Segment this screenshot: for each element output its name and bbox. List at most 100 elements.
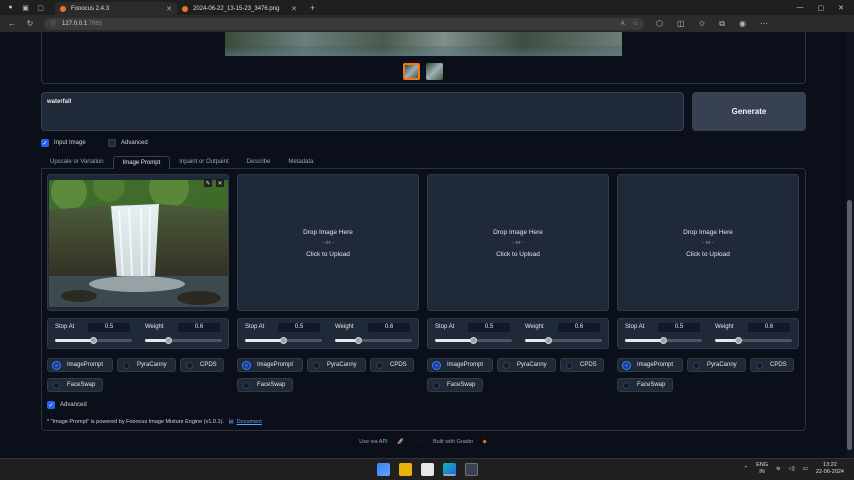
radio-cpds[interactable]: CPDS (560, 358, 604, 372)
stop-at-handle[interactable] (280, 337, 287, 344)
built-with-gradio-link[interactable]: Built with Gradio ◆ (429, 439, 491, 445)
copilot-icon[interactable]: ◉ (739, 19, 746, 29)
stop-at-track[interactable] (435, 337, 512, 344)
weight-track[interactable] (525, 337, 602, 344)
new-tab-icon[interactable]: + (308, 3, 317, 13)
weight-handle[interactable] (165, 337, 172, 344)
weight-slider[interactable]: Weight 0.6 (710, 319, 796, 350)
radio-unselected-icon[interactable] (376, 361, 383, 369)
upload-dropzone[interactable]: Drop Image Here - or - Click to Upload (238, 227, 418, 260)
minimize-icon[interactable]: — (797, 4, 804, 12)
wifi-icon[interactable]: ≋ (776, 466, 781, 472)
edit-image-icon[interactable]: ✎ (204, 179, 212, 187)
radio-unselected-icon[interactable] (756, 361, 763, 369)
stop-at-track[interactable] (55, 337, 132, 344)
stop-at-track[interactable] (245, 337, 322, 344)
radio-unselected-icon[interactable] (433, 381, 440, 389)
tray-overflow-icon[interactable]: ⌃ (743, 466, 748, 472)
url-field[interactable]: ⓘ 127.0.0.1:7865 A ☆ (44, 17, 644, 30)
checkbox-checked-icon[interactable]: ✓ (47, 401, 55, 409)
checkbox-checked-icon[interactable]: ✓ (41, 139, 49, 147)
weight-value[interactable]: 0.6 (748, 323, 790, 332)
radio-unselected-icon[interactable] (566, 361, 573, 369)
stop-at-handle[interactable] (90, 337, 97, 344)
back-icon[interactable]: ← (6, 19, 18, 28)
tab-describe[interactable]: Describe (238, 156, 280, 169)
stop-at-slider[interactable]: Stop At 0.5 (620, 319, 706, 350)
radio-pyracanny[interactable]: PyraCanny (307, 358, 366, 372)
image-prompt-advanced-checkbox[interactable]: ✓ Advanced (47, 401, 87, 409)
radio-unselected-icon[interactable] (186, 361, 193, 369)
radio-cpds[interactable]: CPDS (370, 358, 414, 372)
windows-start-icon[interactable] (377, 463, 390, 476)
weight-track[interactable] (145, 337, 222, 344)
radio-faceswap[interactable]: FaceSwap (237, 378, 293, 392)
radio-selected-icon[interactable] (53, 361, 60, 369)
stop-at-value[interactable]: 0.5 (468, 323, 510, 332)
stop-at-handle[interactable] (660, 337, 667, 344)
radio-pyracanny[interactable]: PyraCanny (497, 358, 556, 372)
favorites-icon[interactable]: ✩ (699, 19, 706, 29)
radio-imageprompt[interactable]: ImagePrompt (617, 358, 683, 372)
split-screen-icon[interactable]: ◫ (677, 19, 685, 29)
gallery-preview-image[interactable] (225, 32, 622, 56)
radio-unselected-icon[interactable] (693, 361, 700, 369)
radio-selected-icon[interactable] (243, 361, 250, 369)
image-slot-1[interactable]: ✎ ✕ (47, 174, 229, 311)
radio-cpds[interactable]: CPDS (180, 358, 224, 372)
language-indicator[interactable]: ENG IN (756, 462, 768, 476)
weight-value[interactable]: 0.6 (558, 323, 600, 332)
stop-at-value[interactable]: 0.5 (278, 323, 320, 332)
close-window-icon[interactable]: ✕ (838, 4, 844, 12)
menu-icon[interactable]: ⋯ (760, 19, 768, 29)
stop-at-value[interactable]: 0.5 (658, 323, 700, 332)
store-icon[interactable] (421, 463, 434, 476)
weight-handle[interactable] (735, 337, 742, 344)
weight-slider[interactable]: Weight 0.6 (520, 319, 606, 350)
generate-button[interactable]: Generate (692, 92, 806, 131)
radio-cpds[interactable]: CPDS (750, 358, 794, 372)
weight-handle[interactable] (545, 337, 552, 344)
checkbox-unchecked-icon[interactable] (108, 139, 116, 147)
upload-dropzone[interactable]: Drop Image Here - or - Click to Upload (428, 227, 608, 260)
profile-icon[interactable]: ● (6, 3, 15, 12)
radio-unselected-icon[interactable] (503, 361, 510, 369)
tab-metadata[interactable]: Metadata (279, 156, 322, 169)
radio-unselected-icon[interactable] (243, 381, 250, 389)
browser-tab-fooocus[interactable]: Fooocus 2.4.3 ✕ (55, 2, 177, 15)
document-link[interactable]: Document (237, 419, 262, 425)
stop-at-slider[interactable]: Stop At 0.5 (50, 319, 136, 350)
upload-dropzone[interactable]: Drop Image Here - or - Click to Upload (618, 227, 798, 260)
radio-unselected-icon[interactable] (53, 381, 60, 389)
weight-track[interactable] (715, 337, 792, 344)
weight-slider[interactable]: Weight 0.6 (330, 319, 416, 350)
radio-selected-icon[interactable] (433, 361, 440, 369)
remove-image-icon[interactable]: ✕ (216, 179, 224, 187)
weight-value[interactable]: 0.6 (368, 323, 410, 332)
radio-imageprompt[interactable]: ImagePrompt (47, 358, 113, 372)
input-image-checkbox[interactable]: ✓ Input Image (41, 139, 86, 147)
stop-at-handle[interactable] (470, 337, 477, 344)
image-slot-2[interactable]: Drop Image Here - or - Click to Upload (237, 174, 419, 311)
radio-unselected-icon[interactable] (123, 361, 130, 369)
browser-tab-image[interactable]: 2024-06-22_13-15-23_3476.png ✕ (177, 2, 302, 15)
prompt-input[interactable]: waterfall (41, 92, 684, 131)
gallery-thumbnail-selected[interactable] (403, 63, 420, 80)
extensions-icon[interactable]: ⬡ (656, 19, 663, 29)
radio-faceswap[interactable]: FaceSwap (617, 378, 673, 392)
clock[interactable]: 13:22 22-06-2024 (816, 462, 844, 476)
tab-inpaint-or-outpaint[interactable]: Inpaint or Outpaint (170, 156, 237, 169)
battery-icon[interactable]: ▭ (803, 466, 808, 472)
radio-imageprompt[interactable]: ImagePrompt (237, 358, 303, 372)
stop-at-slider[interactable]: Stop At 0.5 (240, 319, 326, 350)
maximize-icon[interactable]: ▢ (818, 4, 825, 12)
radio-unselected-icon[interactable] (313, 361, 320, 369)
radio-selected-icon[interactable] (623, 361, 630, 369)
workspaces-icon[interactable]: ▣ (21, 3, 30, 12)
tab-image-prompt[interactable]: Image Prompt (112, 156, 171, 169)
radio-unselected-icon[interactable] (623, 381, 630, 389)
image-slot-4[interactable]: Drop Image Here - or - Click to Upload (617, 174, 799, 311)
use-via-api-link[interactable]: Use via API 🚀 (355, 439, 408, 445)
favorite-star-icon[interactable]: ☆ (633, 20, 638, 27)
edge-browser-icon[interactable] (443, 463, 456, 476)
